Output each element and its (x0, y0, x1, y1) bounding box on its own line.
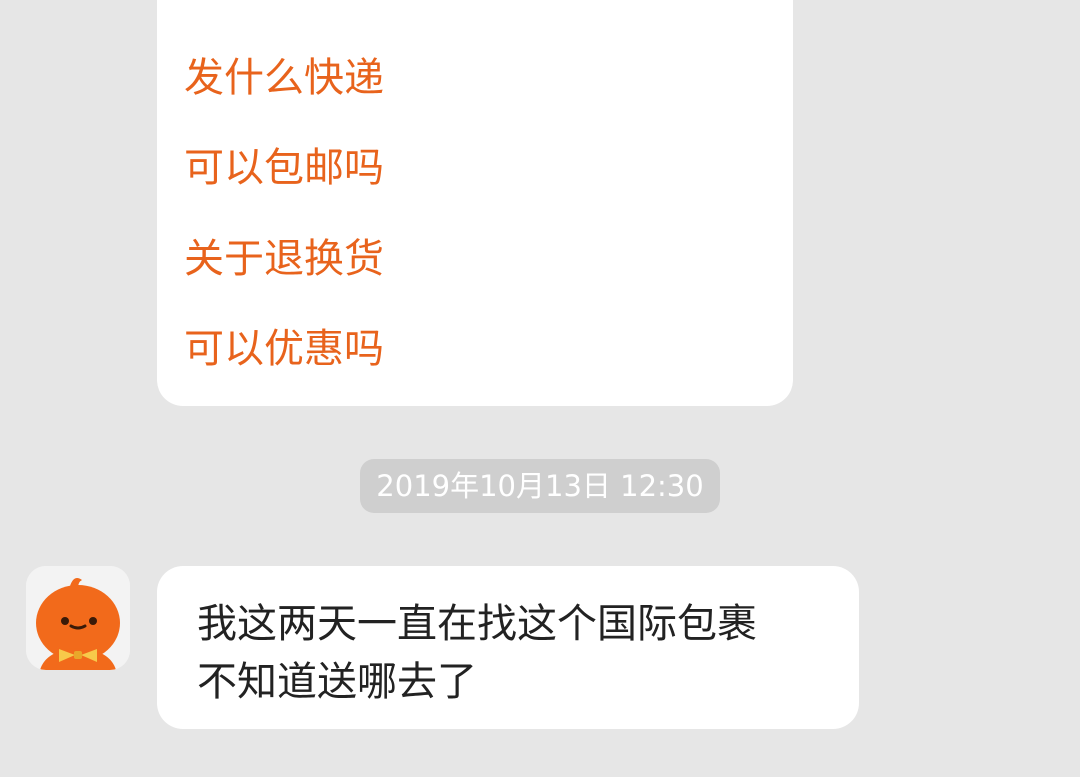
faq-item-free-shipping[interactable]: 可以包邮吗 (184, 143, 384, 193)
faq-item-shipping-courier[interactable]: 发什么快递 (184, 53, 384, 103)
faq-item-discount[interactable]: 可以优惠吗 (184, 324, 384, 374)
message-text-line-2: 不知道送哪去了 (197, 659, 477, 705)
chat-area[interactable]: 运through营号 发什么快递 可以包邮吗 关于退换货 可以优惠吗 2019年… (0, 0, 1080, 777)
message-timestamp: 2019年10月13日 12:30 (360, 459, 720, 513)
faq-item-returns[interactable]: 关于退换货 (184, 234, 384, 284)
orange-mascot-icon (26, 566, 130, 670)
message-bubble[interactable]: 我这两天一直在找这个国际包裹 不知道送哪去了 (157, 566, 859, 729)
message-text-line-1: 我这两天一直在找这个国际包裹 (197, 601, 757, 647)
faq-card: 运through营号 发什么快递 可以包邮吗 关于退换货 可以优惠吗 (157, 0, 793, 406)
avatar[interactable] (26, 566, 130, 670)
